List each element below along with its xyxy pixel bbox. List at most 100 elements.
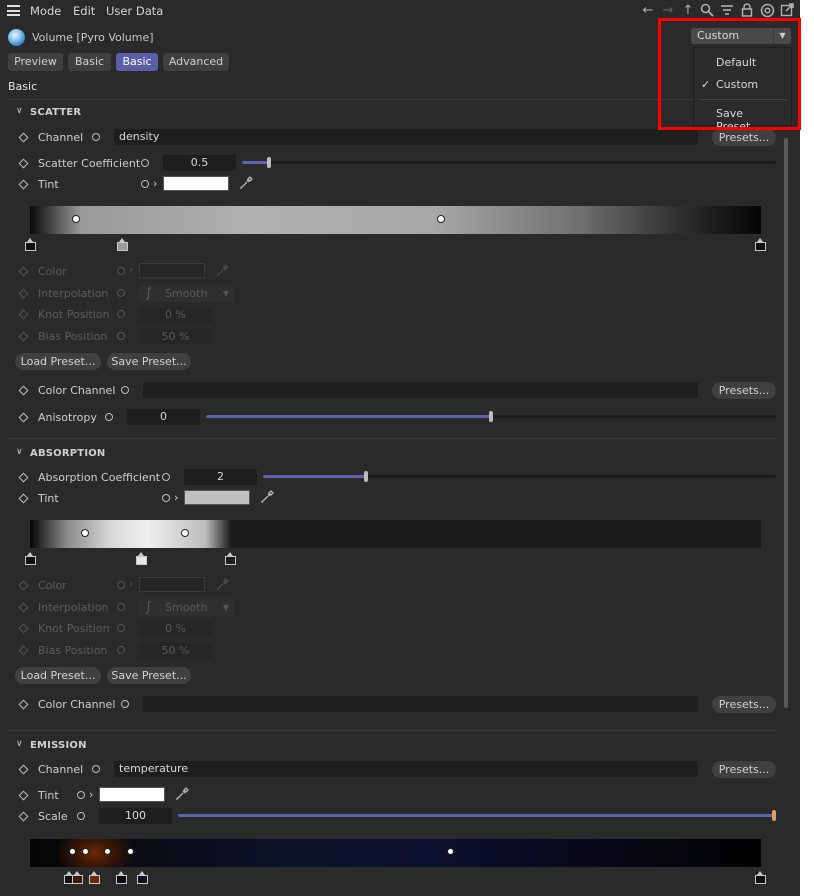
gradient-bias-dot[interactable] — [72, 215, 80, 223]
scatter-save-preset-button[interactable]: Save Preset... — [107, 353, 191, 370]
gradient-knot[interactable] — [72, 871, 83, 884]
keyframe-diamond-icon[interactable] — [18, 132, 29, 143]
eyedropper-icon[interactable] — [260, 490, 274, 504]
emission-group-title[interactable]: EMISSION — [30, 740, 87, 751]
gradient-bias-dot[interactable] — [447, 848, 454, 855]
slider-knob[interactable] — [364, 471, 368, 482]
gradient-bias-dot[interactable] — [69, 848, 76, 855]
absorption-color-channel-presets-button[interactable]: Presets... — [712, 696, 776, 713]
slider-knob[interactable] — [772, 810, 776, 821]
gradient-knot[interactable] — [137, 871, 148, 884]
scatter-color-channel-field[interactable] — [143, 382, 698, 398]
menu-user-data[interactable]: User Data — [106, 4, 163, 18]
animate-ring-icon[interactable] — [141, 159, 149, 167]
gradient-bias-dot[interactable] — [82, 848, 89, 855]
keyframe-diamond-icon[interactable] — [18, 158, 29, 169]
up-arrow-icon[interactable]: ↑ — [680, 3, 696, 19]
keyframe-diamond-icon[interactable] — [18, 811, 29, 822]
slider-knob[interactable] — [267, 157, 271, 168]
emission-tint-swatch[interactable] — [99, 787, 165, 802]
gradient-knot[interactable] — [755, 238, 766, 251]
keyframe-diamond-icon[interactable] — [18, 472, 29, 483]
absorption-save-preset-button[interactable]: Save Preset... — [107, 667, 191, 684]
animate-ring-icon[interactable] — [77, 791, 85, 799]
eyedropper-icon[interactable] — [175, 787, 189, 801]
keyframe-diamond-icon[interactable] — [18, 699, 29, 710]
scatter-load-preset-button[interactable]: Load Preset... — [15, 353, 101, 370]
hamburger-menu-icon[interactable] — [7, 5, 20, 16]
gradient-knot-selected[interactable] — [136, 552, 147, 565]
menu-edit[interactable]: Edit — [73, 4, 95, 18]
search-icon[interactable] — [699, 3, 715, 19]
scatter-group-title[interactable]: SCATTER — [30, 107, 81, 118]
expand-caret-icon[interactable]: › — [153, 177, 157, 190]
keyframe-diamond-icon[interactable] — [18, 179, 29, 190]
keyframe-diamond-icon[interactable] — [18, 412, 29, 423]
keyframe-diamond-icon[interactable] — [18, 493, 29, 504]
scatter-gradient[interactable] — [30, 206, 761, 234]
forward-arrow-icon[interactable]: → — [660, 3, 676, 19]
animate-ring-icon[interactable] — [92, 133, 100, 141]
eyedropper-icon[interactable] — [239, 176, 253, 190]
gradient-bias-dot[interactable] — [437, 215, 445, 223]
collapse-chevron-icon[interactable]: ∨ — [16, 447, 23, 457]
scatter-coef-field[interactable]: 0.5 — [163, 155, 236, 171]
animate-ring-icon[interactable] — [77, 812, 85, 820]
emission-presets-button[interactable]: Presets... — [712, 761, 776, 778]
absorption-gradient[interactable] — [30, 520, 761, 548]
slider-knob[interactable] — [489, 411, 493, 422]
gradient-knot[interactable] — [25, 238, 36, 251]
animate-ring-icon[interactable] — [162, 494, 170, 502]
scatter-coef-slider[interactable] — [242, 157, 776, 168]
animate-ring-icon[interactable] — [105, 413, 113, 421]
keyframe-diamond-icon[interactable] — [18, 790, 29, 801]
scatter-channel-field[interactable]: density — [114, 129, 698, 145]
absorption-coef-field[interactable]: 2 — [184, 469, 257, 485]
gradient-knot[interactable] — [25, 552, 36, 565]
gradient-bias-dot[interactable] — [181, 529, 189, 537]
animate-ring-icon[interactable] — [92, 765, 100, 773]
scatter-aniso-field[interactable]: 0 — [127, 409, 200, 425]
back-arrow-icon[interactable]: ← — [640, 3, 656, 19]
gradient-bias-dot[interactable] — [81, 529, 89, 537]
target-icon[interactable] — [759, 3, 775, 19]
keyframe-diamond-icon[interactable] — [18, 764, 29, 775]
gradient-knot[interactable] — [755, 871, 766, 884]
collapse-chevron-icon[interactable]: ∨ — [16, 739, 23, 749]
lock-icon[interactable] — [739, 3, 755, 19]
absorption-load-preset-button[interactable]: Load Preset... — [15, 667, 101, 684]
animate-ring-icon[interactable] — [162, 473, 170, 481]
absorption-color-channel-field[interactable] — [143, 696, 698, 712]
scatter-color-channel-presets-button[interactable]: Presets... — [712, 382, 776, 399]
absorption-group-title[interactable]: ABSORPTION — [30, 448, 106, 459]
absorption-coef-slider[interactable] — [263, 471, 776, 482]
scatter-aniso-slider[interactable] — [206, 411, 776, 422]
gradient-knot[interactable] — [89, 871, 100, 884]
scatter-tint-swatch[interactable] — [163, 176, 229, 191]
absorption-tint-swatch[interactable] — [184, 490, 250, 505]
animate-ring-icon[interactable] — [121, 700, 129, 708]
gradient-knot[interactable] — [116, 871, 127, 884]
emission-channel-field[interactable]: temperature — [114, 761, 698, 777]
emission-scale-slider[interactable] — [178, 810, 776, 821]
expand-caret-icon[interactable]: › — [174, 491, 178, 504]
tab-advanced[interactable]: Advanced — [163, 53, 229, 71]
new-window-icon[interactable] — [779, 3, 795, 19]
expand-caret-icon[interactable]: › — [89, 788, 93, 801]
menu-mode[interactable]: Mode — [30, 4, 61, 18]
tab-basic-2[interactable]: Basic — [116, 53, 158, 71]
emission-gradient[interactable] — [30, 839, 761, 867]
tab-preview[interactable]: Preview — [8, 53, 63, 71]
vertical-scrollbar[interactable] — [784, 138, 788, 708]
gradient-knot[interactable] — [225, 552, 236, 565]
animate-ring-icon[interactable] — [141, 180, 149, 188]
gradient-knot-selected[interactable] — [117, 238, 128, 251]
tab-basic-1[interactable]: Basic — [68, 53, 111, 71]
animate-ring-icon[interactable] — [121, 386, 129, 394]
emission-scale-field[interactable]: 100 — [99, 808, 172, 824]
gradient-bias-dot[interactable] — [127, 848, 134, 855]
filter-icon[interactable] — [719, 3, 735, 19]
gradient-bias-dot[interactable] — [104, 848, 111, 855]
keyframe-diamond-icon[interactable] — [18, 385, 29, 396]
collapse-chevron-icon[interactable]: ∨ — [16, 106, 23, 116]
